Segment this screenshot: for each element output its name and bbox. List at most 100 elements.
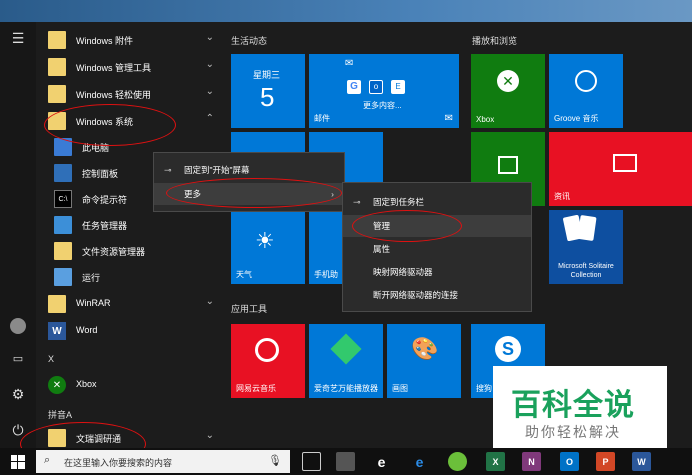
chevron-right-icon: › <box>331 189 334 199</box>
chevron-up-icon: ⌃ <box>205 113 214 124</box>
menu-item-properties[interactable]: 属性 <box>343 238 531 260</box>
folder-icon <box>48 429 66 447</box>
watermark-subtitle: 助你轻松解决 <box>525 424 621 440</box>
app-item-file-explorer[interactable]: 文件资源管理器 <box>40 239 220 263</box>
start-left-bar: ☰ ▭ ⚙ ⏻ <box>0 22 36 448</box>
tile-label: 画图 <box>392 384 408 393</box>
tile-label: 资讯 <box>554 192 570 201</box>
tile-mail[interactable]: ✉ G o E 更多内容... 邮件 ✉ <box>309 54 459 128</box>
control-panel-icon <box>54 164 72 182</box>
letter-header-pinyin-a[interactable]: 拼音A <box>48 408 72 421</box>
app-item-run[interactable]: 运行 <box>40 265 220 289</box>
app-label: 文瑞调研通 <box>76 434 122 444</box>
edge-browser-icon[interactable]: e <box>372 452 391 471</box>
tile-solitaire[interactable]: Microsoft Solitaire Collection <box>549 210 623 284</box>
menu-item-label: 更多 <box>184 189 202 199</box>
tile-xbox[interactable]: ✕ Xbox <box>471 54 545 128</box>
pin-icon: ⊸ <box>164 164 172 175</box>
app-label: 文件资源管理器 <box>82 247 146 257</box>
watermark-logo: 百科全说 助你轻松解决 <box>493 366 667 448</box>
user-avatar[interactable] <box>0 312 36 340</box>
task-view-icon[interactable] <box>302 452 321 471</box>
menu-item-disconnect-network-drive[interactable]: 断开网络驱动器的连接 <box>343 284 531 306</box>
chevron-down-icon: ⌄ <box>205 32 214 43</box>
chevron-down-icon: ⌄ <box>205 86 214 97</box>
sun-icon: ☀ <box>255 228 275 253</box>
exchange-icon: E <box>391 80 405 94</box>
mail-more-text: 更多内容... <box>363 101 402 110</box>
ie-browser-icon[interactable]: e <box>410 452 429 471</box>
chevron-down-icon: ⌄ <box>205 430 214 441</box>
tile-label: 搜狗 <box>476 384 492 393</box>
letter-header-x[interactable]: X <box>48 354 54 364</box>
menu-item-map-network-drive[interactable]: 映射网络驱动器 <box>343 261 531 283</box>
section-title-life: 生活动态 <box>231 36 268 46</box>
run-icon <box>54 268 72 286</box>
tile-label: 天气 <box>236 270 252 279</box>
app-item-wenrui[interactable]: 文瑞调研通 ⌄ <box>40 426 220 450</box>
app-item-windows-admin-tools[interactable]: Windows 管理工具 ⌄ <box>40 55 220 79</box>
tile-iqiyi-player[interactable]: 爱奇艺万能播放器 <box>309 324 383 398</box>
menu-item-label: 管理 <box>373 221 391 231</box>
outlook-taskbar-icon[interactable]: O <box>560 452 579 471</box>
app-label: 控制面板 <box>82 169 119 179</box>
app-item-word[interactable]: W Word <box>40 319 220 343</box>
envelope-small-icon: ✉ <box>444 113 453 124</box>
menu-item-pin-to-start[interactable]: ⊸ 固定到"开始"屏幕 <box>154 159 344 181</box>
powerpoint-icon[interactable]: P <box>596 452 615 471</box>
folder-icon <box>48 112 66 130</box>
tile-label: Xbox <box>476 115 495 124</box>
menu-item-label: 固定到"开始"屏幕 <box>184 165 250 175</box>
app-label: Windows 轻松使用 <box>76 90 152 100</box>
folder-icon <box>54 242 72 260</box>
folder-icon <box>48 295 66 313</box>
tile-paint[interactable]: 🎨 画图 <box>387 324 461 398</box>
tile-label: 网易云音乐 <box>236 384 276 393</box>
word-taskbar-icon[interactable]: W <box>632 452 651 471</box>
app-label: Xbox <box>76 379 97 389</box>
menu-item-label: 固定到任务栏 <box>373 197 425 207</box>
app-item-windows-accessories[interactable]: Windows 附件 ⌄ <box>40 28 220 52</box>
hamburger-menu-icon[interactable]: ☰ <box>0 24 36 52</box>
tile-news[interactable]: 资讯 <box>549 132 692 206</box>
taskbar-search-box[interactable]: ⌕ 在这里输入你要搜索的内容 🎙 <box>36 450 290 473</box>
tile-netease-music[interactable]: 网易云音乐 <box>231 324 305 398</box>
terminal-icon: C:\ <box>54 190 72 208</box>
menu-item-manage[interactable]: 管理 <box>343 215 531 237</box>
app-item-xbox[interactable]: ✕ Xbox <box>40 373 220 397</box>
chart-icon <box>498 156 518 174</box>
app-item-winrar[interactable]: WinRAR ⌄ <box>40 292 220 316</box>
menu-item-pin-to-taskbar[interactable]: ⊸ 固定到任务栏 <box>343 191 531 213</box>
desktop-background <box>0 0 692 22</box>
app-label: 命令提示符 <box>82 195 128 205</box>
excel-icon[interactable]: X <box>486 452 505 471</box>
pin-icon: ⊸ <box>353 196 361 207</box>
tile-calendar[interactable]: 星期三 5 <box>231 54 305 128</box>
documents-icon[interactable]: ▭ <box>0 344 36 372</box>
app-item-windows-system[interactable]: Windows 系统 ⌃ <box>40 109 220 133</box>
app-label: Word <box>76 325 98 335</box>
iqiyi-logo-icon <box>330 333 362 365</box>
section-title-play: 播放和浏览 <box>472 36 518 46</box>
settings-gear-icon[interactable]: ⚙ <box>0 380 36 408</box>
tile-weather[interactable]: ☀ 天气 <box>231 210 305 284</box>
app-item-windows-ease-of-access[interactable]: Windows 轻松使用 ⌄ <box>40 82 220 106</box>
watermark-title: 百科全说 <box>511 389 635 422</box>
start-button[interactable] <box>0 448 36 475</box>
taskbar-app-icon[interactable] <box>336 452 355 471</box>
power-icon[interactable]: ⏻ <box>0 416 36 444</box>
app-label: Windows 系统 <box>76 117 134 127</box>
browser-app-icon[interactable] <box>448 452 467 471</box>
tile-groove[interactable]: Groove 音乐 <box>549 54 623 128</box>
app-label: 运行 <box>82 273 101 283</box>
taskbar: ⌕ 在这里输入你要搜索的内容 🎙 e e X N O P W <box>0 448 692 475</box>
envelope-icon: ✉ <box>345 58 354 69</box>
menu-item-more[interactable]: 更多 › <box>154 183 344 205</box>
microphone-icon[interactable]: 🎙 <box>268 454 282 467</box>
onenote-icon[interactable]: N <box>522 452 541 471</box>
folder-icon <box>48 31 66 49</box>
card-icon <box>577 215 597 241</box>
sogou-logo-icon: S <box>495 336 521 362</box>
tile-label: 邮件 <box>314 114 330 123</box>
app-item-task-manager[interactable]: 任务管理器 <box>40 213 220 237</box>
